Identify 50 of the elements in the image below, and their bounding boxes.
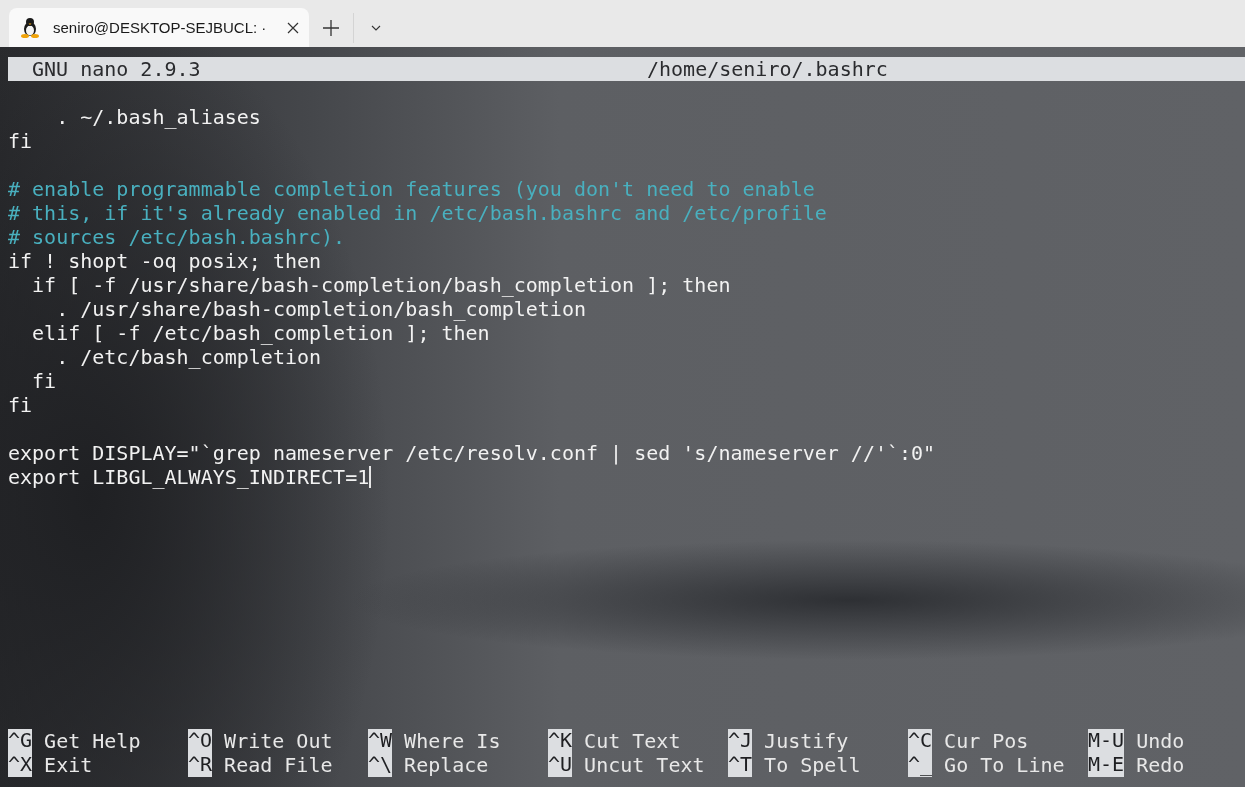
shortcut-key: ^R	[188, 753, 213, 777]
shortcut-key: ^K	[548, 729, 573, 753]
shortcut-key: ^T	[728, 753, 753, 777]
code-line: . /usr/share/bash-completion/bash_completion	[55, 297, 586, 321]
shortcut-key: ^W	[368, 729, 393, 753]
shortcut-label: Exit	[44, 753, 93, 777]
file-path: /home/seniro/.bashrc	[647, 57, 889, 81]
code-line: . ~/.bash_aliases	[55, 105, 261, 129]
shortcut-key: ^_	[908, 753, 933, 777]
shortcut-label: Cur Pos	[944, 729, 1029, 753]
shortcut-key: ^G	[8, 729, 33, 753]
shortcut-label: Read File	[224, 753, 333, 777]
shortcut-label: Get Help	[44, 729, 141, 753]
shortcut-key: ^\	[368, 753, 393, 777]
shortcut-label: Cut Text	[584, 729, 681, 753]
nano-version: GNU nano 2.9.3	[31, 57, 202, 81]
chevron-down-icon	[371, 24, 381, 31]
code-line: fi	[31, 369, 57, 393]
shortcut-key: M-U	[1088, 729, 1125, 753]
shortcut-label: Write Out	[224, 729, 333, 753]
shortcut-label: To Spell	[764, 753, 861, 777]
code-line: elif [ -f /etc/bash_completion ]; then	[31, 321, 490, 345]
tab-title: seniro@DESKTOP-SEJBUCL: ·	[53, 19, 268, 36]
penguin-icon	[21, 17, 39, 38]
code-line: export LIBGL_ALWAYS_INDIRECT=1	[8, 465, 370, 489]
shortcut-key: ^X	[8, 753, 33, 777]
shortcut-label: Undo	[1136, 729, 1185, 753]
code-line: fi	[8, 129, 33, 153]
terminal-tab[interactable]: seniro@DESKTOP-SEJBUCL: ·	[9, 8, 309, 47]
comment-line: # enable programmable completion features (you don't need to enable	[8, 177, 815, 201]
shortcut-label: Uncut Text	[584, 753, 705, 777]
plus-icon	[323, 19, 339, 36]
shortcut-key: ^J	[728, 729, 753, 753]
shortcut-key: ^U	[548, 753, 573, 777]
code-line: if ! shopt -oq posix; then	[8, 249, 322, 273]
shortcut-label: Justify	[764, 729, 849, 753]
close-icon[interactable]	[287, 21, 299, 34]
comment-line: # sources /etc/bash.bashrc).	[8, 225, 346, 249]
shortcut-label: Where Is	[404, 729, 501, 753]
shortcut-label: Redo	[1136, 753, 1185, 777]
shortcut-key: M-E	[1088, 753, 1125, 777]
shortcut-label: Replace	[404, 753, 489, 777]
shortcut-key: ^C	[908, 729, 933, 753]
code-line: fi	[8, 393, 33, 417]
shortcut-key: ^O	[188, 729, 213, 753]
code-line: if [ -f /usr/share/bash-completion/bash_completion ]; then	[31, 273, 731, 297]
shortcut-label: Go To Line	[944, 753, 1065, 777]
code-line: export DISPLAY="`grep nameserver /etc/resolv.conf | sed 's/nameserver //'`:0"	[8, 441, 936, 465]
comment-line: # this, if it's already enabled in /etc/bash.bashrc and /etc/profile	[8, 201, 827, 225]
code-line: . /etc/bash_completion	[55, 345, 322, 369]
